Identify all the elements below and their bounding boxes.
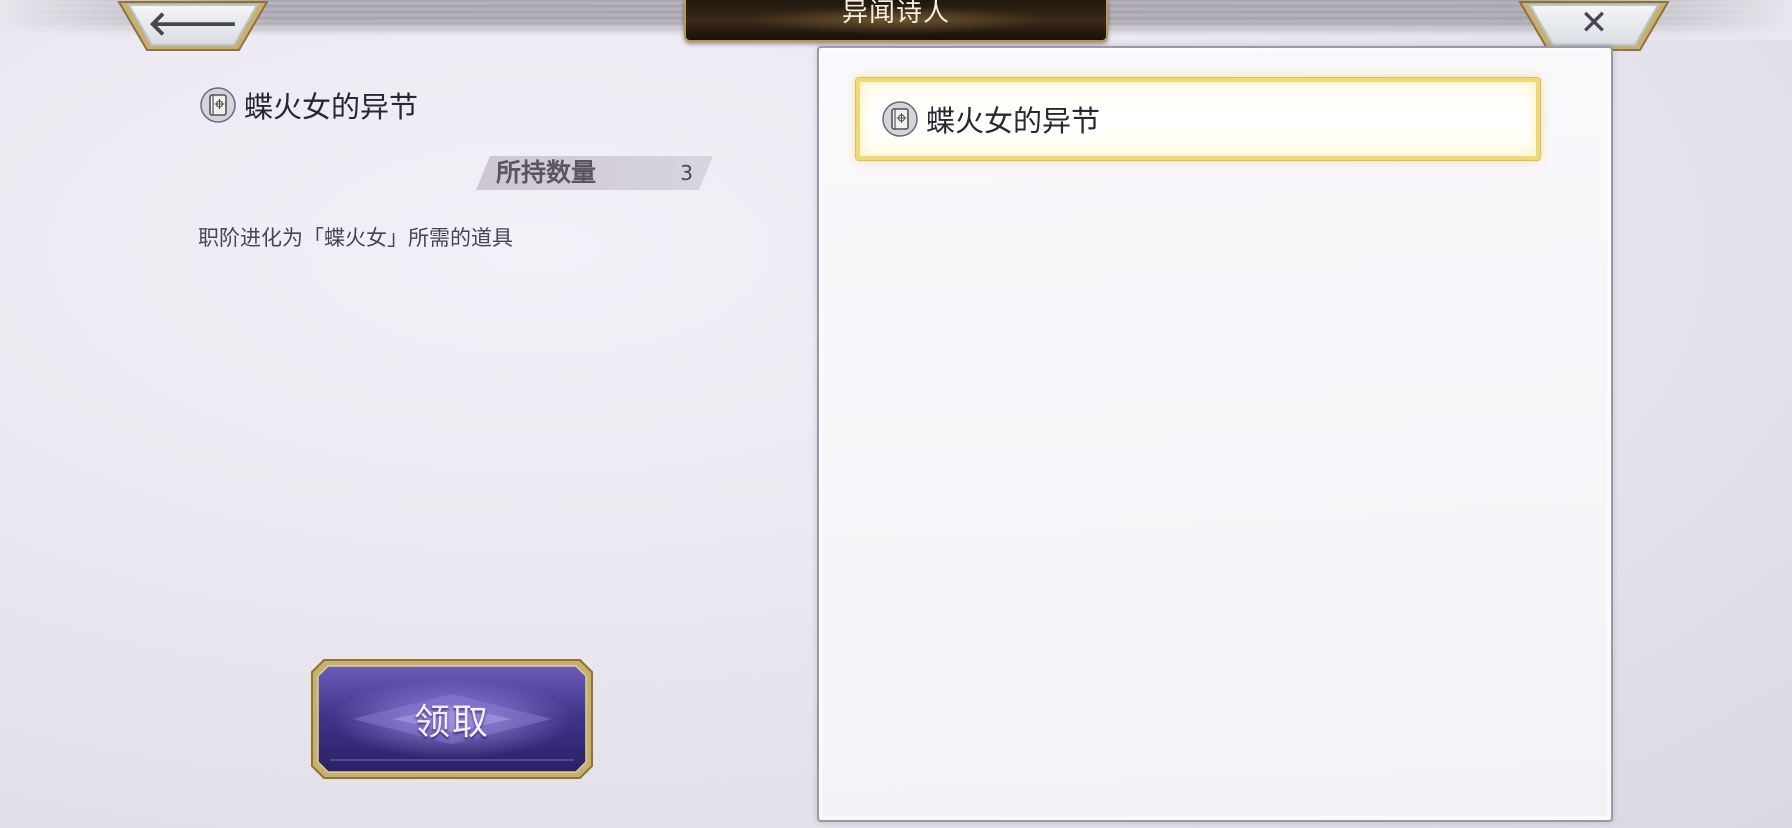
title-plate: 异闻诗人: [684, 0, 1108, 42]
list-item-content: 蝶火女的异节: [882, 82, 1100, 156]
claim-button[interactable]: 领取: [310, 658, 594, 780]
book-icon: [200, 87, 236, 123]
arrow-left-icon: 🡐: [147, 3, 239, 44]
quantity-label: 所持数量: [496, 158, 597, 187]
item-title-row: 蝶火女的异节: [200, 84, 418, 126]
close-button[interactable]: ✕: [1518, 0, 1670, 52]
item-list-panel: 蝶火女的异节: [817, 46, 1613, 822]
list-item-name: 蝶火女的异节: [926, 104, 1101, 138]
quantity-value: 3: [680, 161, 693, 185]
list-item[interactable]: 蝶火女的异节: [856, 78, 1540, 160]
claim-button-label: 领取: [413, 702, 490, 743]
quantity-badge: 所持数量 3: [476, 156, 713, 190]
item-description: 职阶进化为「蝶火女」所需的道具: [198, 226, 513, 250]
book-icon: [882, 101, 918, 137]
page-title: 异闻诗人: [841, 0, 950, 28]
item-name: 蝶火女的异节: [244, 90, 419, 124]
close-icon: ✕: [1579, 3, 1609, 43]
back-button[interactable]: 🡐: [117, 0, 269, 52]
